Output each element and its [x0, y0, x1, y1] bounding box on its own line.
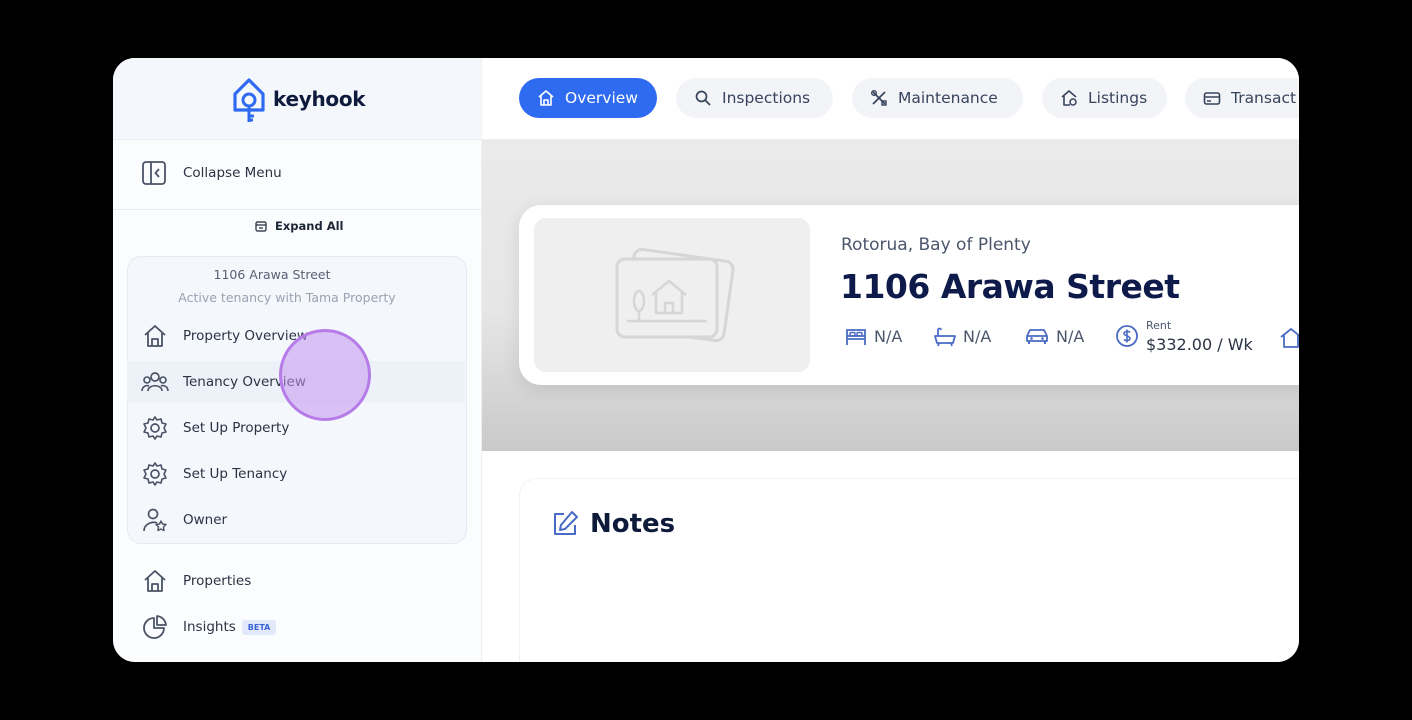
expand-all-label: Expand All [275, 219, 344, 233]
tab-transactions[interactable]: Transact [1185, 78, 1299, 118]
gear-icon [141, 460, 169, 488]
sidebar-item-tenancy-overview[interactable]: Tenancy Overview [127, 361, 465, 403]
tab-inspections[interactable]: Inspections [676, 78, 833, 118]
users-icon [141, 368, 169, 396]
tab-bar: Overview Inspections Maintenance Listing… [482, 58, 1299, 140]
dollar-icon [1116, 325, 1138, 347]
logo-bar: keyhook [113, 58, 481, 140]
tenancy-status: Active tenancy with Tama Property [178, 290, 396, 305]
notes-header: Notes [550, 509, 675, 539]
bedrooms-stat: N/A [844, 325, 902, 347]
bathtub-icon [934, 327, 956, 347]
property-address: 1106 Arawa Street [213, 267, 331, 282]
sidebar-item-label: Properties [183, 573, 252, 589]
property-header-card: Rotorua, Bay of Plenty 1106 Arawa Street… [519, 205, 1299, 385]
search-icon [695, 90, 711, 106]
brand-name: keyhook [273, 87, 366, 111]
sidebar-item-label: Insights [183, 619, 236, 635]
rent-label: Rent [1146, 319, 1172, 332]
property-location: Rotorua, Bay of Plenty [841, 235, 1031, 255]
house-icon [1280, 328, 1299, 348]
image-placeholder-icon [615, 247, 735, 343]
bed-icon [846, 329, 866, 345]
owner-icon [141, 506, 169, 534]
keyhook-logo-icon [233, 78, 265, 122]
sidebar-item-label: Set Up Tenancy [183, 466, 288, 482]
logo[interactable]: keyhook [231, 74, 366, 124]
sidebar-item-label: Set Up Property [183, 420, 290, 436]
tab-label: Overview [565, 89, 638, 107]
sidebar-item-set-up-tenancy[interactable]: Set Up Tenancy [127, 453, 465, 495]
collapse-menu-button[interactable]: Collapse Menu [141, 160, 282, 186]
tab-maintenance[interactable]: Maintenance [852, 78, 1023, 118]
sidebar-item-label: Property Overview [183, 328, 308, 344]
card-icon [1203, 92, 1221, 105]
sidebar-item-properties[interactable]: Properties [127, 560, 465, 602]
expand-all-button[interactable]: Expand All [255, 219, 343, 233]
sidebar-divider [113, 209, 481, 210]
tab-label: Transact [1231, 89, 1297, 107]
home-icon [538, 90, 554, 106]
hero-banner: Rotorua, Bay of Plenty 1106 Arawa Street… [482, 140, 1299, 451]
tab-label: Listings [1088, 89, 1148, 107]
tab-overview[interactable]: Overview [519, 78, 657, 118]
bedrooms-value: N/A [874, 326, 903, 346]
property-image-placeholder[interactable] [534, 218, 810, 372]
tab-label: Inspections [722, 89, 811, 107]
home-icon [141, 322, 169, 350]
notes-title: Notes [590, 509, 676, 539]
bathrooms-value: N/A [963, 326, 992, 346]
beta-badge: BETA [241, 619, 277, 635]
sidebar-item-set-up-property[interactable]: Set Up Property [127, 407, 465, 449]
tools-icon [871, 90, 887, 106]
notes-card: Notes [519, 478, 1299, 662]
sidebar-item-label: Tenancy Overview [183, 374, 306, 390]
listing-icon [1061, 90, 1077, 106]
pie-chart-icon [141, 613, 169, 641]
app-window: keyhook Collapse Menu Expand All 1106 Ar… [113, 58, 1299, 662]
tab-label: Maintenance [898, 89, 998, 107]
collapse-menu-icon [142, 161, 166, 185]
car-icon [1026, 329, 1048, 344]
home-icon [141, 567, 169, 595]
sidebar-item-label: Owner [183, 512, 228, 528]
property-title: 1106 Arawa Street [840, 267, 1180, 306]
edit-icon [554, 511, 578, 535]
gear-icon [141, 414, 169, 442]
collapse-menu-label: Collapse Menu [183, 165, 282, 181]
main-content: Overview Inspections Maintenance Listing… [482, 58, 1299, 662]
sidebar-item-owner[interactable]: Owner [127, 499, 465, 541]
bathrooms-stat: N/A [933, 325, 991, 347]
rent-value: $332.00 / Wk [1146, 335, 1253, 354]
calendar-icon [255, 221, 267, 232]
sidebar-item-property-overview[interactable]: Property Overview [127, 315, 465, 357]
parking-stat: N/A [1024, 325, 1084, 347]
tab-listings[interactable]: Listings [1042, 78, 1167, 118]
sidebar-item-insights[interactable]: Insights BETA [127, 606, 465, 648]
parking-value: N/A [1056, 326, 1085, 346]
rent-stat [1115, 324, 1145, 348]
sidebar: keyhook Collapse Menu Expand All 1106 Ar… [113, 58, 482, 662]
